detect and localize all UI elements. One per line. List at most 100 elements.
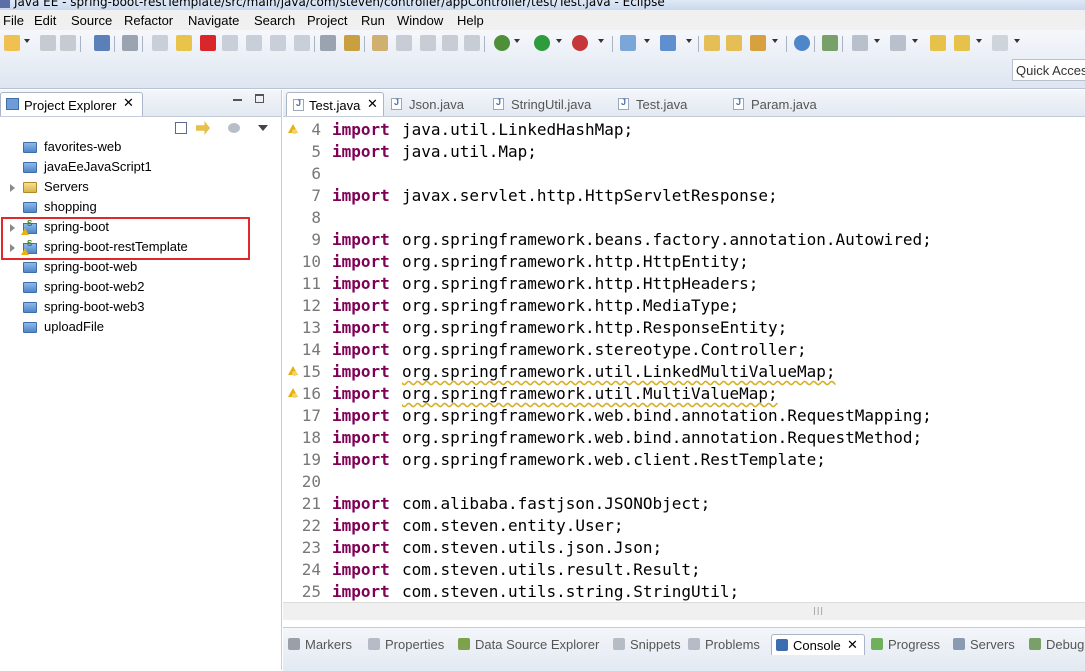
new-server-dropdown-icon[interactable] xyxy=(644,39,650,43)
skip-breakpoints-icon[interactable] xyxy=(122,35,138,51)
search-dropdown-icon[interactable] xyxy=(772,39,778,43)
run-dropdown-icon[interactable] xyxy=(556,39,562,43)
open-web-browser-icon[interactable] xyxy=(794,35,810,51)
close-icon[interactable]: ✕ xyxy=(367,96,378,112)
tree-item[interactable]: spring-boot-web2 xyxy=(0,278,270,298)
code-line[interactable]: 25 import com.steven.utils.string.StringUt… xyxy=(283,581,1085,603)
menu-search[interactable]: Search xyxy=(254,13,295,28)
link-with-editor-icon[interactable] xyxy=(196,121,210,135)
new-server-icon[interactable] xyxy=(620,35,636,51)
resume-icon[interactable] xyxy=(152,35,168,51)
open-task-icon[interactable] xyxy=(726,35,742,51)
save-icon[interactable] xyxy=(40,35,56,51)
annotation-navigate-icon[interactable] xyxy=(822,35,838,51)
run-external-dropdown-icon[interactable] xyxy=(598,39,604,43)
code-line[interactable]: 9 import org.springframework.beans.factory… xyxy=(283,229,1085,251)
debug-dropdown-icon[interactable] xyxy=(514,39,520,43)
menu-source[interactable]: Source xyxy=(71,13,112,28)
editor-tab[interactable]: Test.java ✕ xyxy=(286,92,384,116)
run-external-tools-icon[interactable] xyxy=(572,35,588,51)
horizontal-scrollbar[interactable]: ||| xyxy=(283,602,1085,620)
menu-help[interactable]: Help xyxy=(457,13,484,28)
close-icon[interactable]: ✕ xyxy=(847,637,858,653)
menu-refactor[interactable]: Refactor xyxy=(124,13,173,28)
step-over-icon[interactable] xyxy=(270,35,286,51)
back-dropdown-icon[interactable] xyxy=(976,39,982,43)
next-annotation-icon[interactable] xyxy=(852,35,868,51)
code-line[interactable]: 10 import org.springframework.http.HttpEnt… xyxy=(283,251,1085,273)
forward-dropdown-icon[interactable] xyxy=(1014,39,1020,43)
toggle-mark-occurrences-icon[interactable] xyxy=(344,35,360,51)
step-into-icon[interactable] xyxy=(246,35,262,51)
code-line[interactable]: 19 import org.springframework.web.client.R… xyxy=(283,449,1085,471)
code-area[interactable]: 4 import java.util.LinkedHashMap; 5 import ja… xyxy=(283,117,1085,602)
open-type-icon[interactable] xyxy=(704,35,720,51)
tree-item[interactable]: spring-boot-web3 xyxy=(0,298,270,318)
tree-item[interactable]: spring-boot-web xyxy=(0,258,270,278)
save-all-icon[interactable] xyxy=(60,35,76,51)
run-icon[interactable] xyxy=(534,35,550,51)
use-step-filters-icon[interactable] xyxy=(320,35,336,51)
menu-run[interactable]: Run xyxy=(361,13,385,28)
editor-tab[interactable]: Param.java xyxy=(733,92,833,116)
code-line[interactable]: 23 import com.steven.utils.json.Json; xyxy=(283,537,1085,559)
menu-file[interactable]: File xyxy=(3,13,24,28)
disconnect-icon[interactable] xyxy=(222,35,238,51)
new-java-class-icon[interactable] xyxy=(660,35,676,51)
menu-navigate[interactable]: Navigate xyxy=(188,13,239,28)
code-line[interactable]: 17 import org.springframework.web.bind.ann… xyxy=(283,405,1085,427)
code-line[interactable]: 12 import org.springframework.http.MediaTy… xyxy=(283,295,1085,317)
previous-annotation-icon[interactable] xyxy=(890,35,906,51)
code-line[interactable]: 20 xyxy=(283,471,1085,493)
menu-window[interactable]: Window xyxy=(397,13,443,28)
new-java-class-dropdown-icon[interactable] xyxy=(686,39,692,43)
expand-arrow-icon[interactable] xyxy=(10,184,15,192)
tab-project-explorer[interactable]: Project Explorer ✕ xyxy=(0,92,143,116)
new-icon[interactable] xyxy=(4,35,20,51)
debug-icon[interactable] xyxy=(494,35,510,51)
suspend-icon[interactable] xyxy=(176,35,192,51)
tree-item[interactable]: javaEeJavaScript1 xyxy=(0,158,270,178)
show-paragraph-icon[interactable] xyxy=(464,35,480,51)
code-line[interactable]: 11 import org.springframework.http.HttpHea… xyxy=(283,273,1085,295)
collapse-all-icon[interactable] xyxy=(175,122,187,134)
filter-icon[interactable] xyxy=(228,123,240,133)
code-line[interactable]: 21 import com.alibaba.fastjson.JSONObject; xyxy=(283,493,1085,515)
last-edit-location-icon[interactable] xyxy=(930,35,946,51)
maximize-icon[interactable] xyxy=(255,94,264,103)
code-line[interactable]: 24 import com.steven.utils.result.Result; xyxy=(283,559,1085,581)
open-console-icon[interactable] xyxy=(94,35,110,51)
code-line[interactable]: 6 xyxy=(283,163,1085,185)
previous-annotation-dropdown-icon[interactable] xyxy=(912,39,918,43)
tree-item[interactable]: shopping xyxy=(0,198,270,218)
terminate-icon[interactable] xyxy=(200,35,216,51)
close-icon[interactable]: ✕ xyxy=(123,96,134,111)
toggle-block-selection-icon[interactable] xyxy=(396,35,412,51)
show-whitespace-icon[interactable] xyxy=(442,35,458,51)
back-icon[interactable] xyxy=(954,35,970,51)
bottom-tab[interactable]: Console ✕ xyxy=(771,634,865,655)
editor-tab[interactable]: Json.java xyxy=(391,92,471,116)
code-line[interactable]: 5 import java.util.Map; xyxy=(283,141,1085,163)
code-line[interactable]: 13 import org.springframework.http.Respons… xyxy=(283,317,1085,339)
menu-edit[interactable]: Edit xyxy=(34,13,56,28)
code-line[interactable]: 22 import com.steven.entity.User; xyxy=(283,515,1085,537)
toggle-word-wrap-icon[interactable] xyxy=(420,35,436,51)
code-line[interactable]: 8 xyxy=(283,207,1085,229)
code-line[interactable]: 18 import org.springframework.web.bind.ann… xyxy=(283,427,1085,449)
code-line[interactable]: 14 import org.springframework.stereotype.C… xyxy=(283,339,1085,361)
tree-item[interactable]: Servers xyxy=(0,178,270,198)
menu-project[interactable]: Project xyxy=(307,13,347,28)
code-line[interactable]: 15 import org.springframework.util.LinkedM… xyxy=(283,361,1085,383)
toggle-breadcrumb-icon[interactable] xyxy=(372,35,388,51)
quick-access-input[interactable]: Quick Access xyxy=(1012,59,1085,81)
next-annotation-dropdown-icon[interactable] xyxy=(874,39,880,43)
editor-tab[interactable]: Test.java xyxy=(618,92,698,116)
minimize-icon[interactable] xyxy=(233,99,242,101)
tree-item[interactable]: uploadFile xyxy=(0,318,270,338)
view-menu-icon[interactable] xyxy=(258,125,268,131)
step-return-icon[interactable] xyxy=(294,35,310,51)
code-line[interactable]: 16 import org.springframework.util.MultiVa… xyxy=(283,383,1085,405)
code-line[interactable]: 7 import javax.servlet.http.HttpServletRes… xyxy=(283,185,1085,207)
scrollbar-grip-icon[interactable]: ||| xyxy=(813,606,824,615)
